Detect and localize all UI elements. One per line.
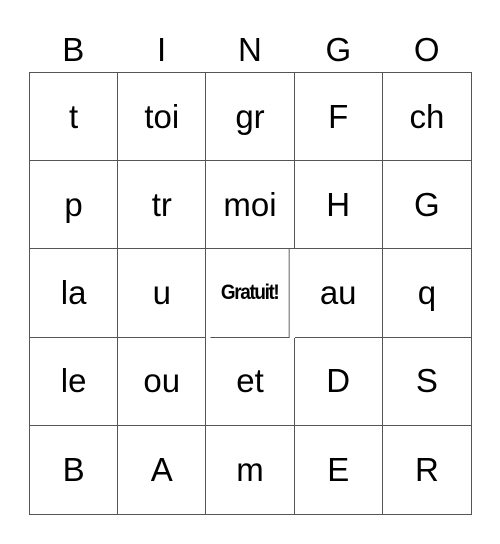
- bingo-cell[interactable]: m: [206, 425, 295, 514]
- bingo-cell[interactable]: p: [30, 161, 119, 250]
- bingo-cell[interactable]: ch: [382, 73, 471, 162]
- bingo-cell[interactable]: au: [294, 249, 383, 338]
- bingo-cell[interactable]: B: [30, 425, 119, 514]
- bingo-cell[interactable]: u: [118, 249, 207, 338]
- bingo-cell[interactable]: t: [30, 73, 119, 162]
- bingo-cell[interactable]: A: [118, 425, 207, 514]
- bingo-cell[interactable]: q: [382, 249, 471, 338]
- bingo-cell[interactable]: toi: [118, 73, 207, 162]
- header-letter-n: N: [238, 31, 262, 68]
- bingo-cell[interactable]: ou: [118, 337, 207, 426]
- bingo-cell[interactable]: F: [294, 73, 383, 162]
- bingo-cell[interactable]: R: [383, 426, 471, 514]
- bingo-cell[interactable]: moi: [206, 161, 295, 250]
- bingo-cell[interactable]: S: [382, 338, 471, 426]
- bingo-cell[interactable]: H: [294, 161, 383, 250]
- bingo-cell[interactable]: gr: [206, 73, 295, 162]
- bingo-cell[interactable]: le: [30, 337, 119, 426]
- header-letter-g: G: [325, 31, 352, 68]
- bingo-cell[interactable]: G: [382, 161, 471, 250]
- free-space-cell[interactable]: Gratuit!: [210, 249, 291, 338]
- bingo-cell[interactable]: la: [30, 249, 119, 338]
- bingo-cell[interactable]: et: [206, 337, 295, 426]
- bingo-card-grid: t toi gr F ch p tr moi H G la u Gratuit!…: [29, 72, 472, 515]
- bingo-header: B I N G O: [29, 28, 471, 72]
- header-letter-b: B: [62, 31, 85, 68]
- header-letter-i: I: [157, 31, 167, 68]
- bingo-cell[interactable]: E: [295, 425, 383, 514]
- bingo-cell[interactable]: D: [294, 337, 383, 426]
- header-letter-o: O: [413, 31, 440, 68]
- bingo-cell[interactable]: tr: [118, 161, 207, 250]
